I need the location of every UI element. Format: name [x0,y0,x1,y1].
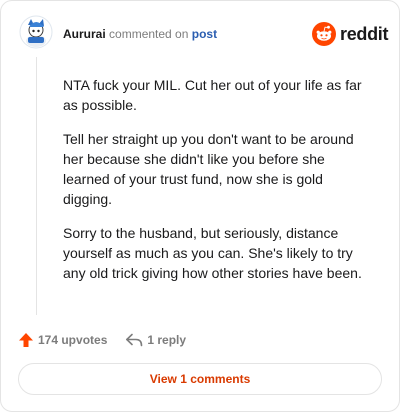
username-link[interactable]: Aururai [63,27,106,41]
reply-count: 1 reply [147,333,187,347]
comment-embed-card: Aururai commented on post reddit NTA fuc… [0,0,400,412]
view-comments-button[interactable]: View 1 comments [18,363,382,395]
comment-body: NTA fuck your MIL. Cut her out of your l… [63,75,373,297]
reddit-logo[interactable]: reddit [312,22,389,46]
comment-paragraph: NTA fuck your MIL. Cut her out of your l… [63,77,362,113]
comment-paragraph: Tell her straight up you don't want to b… [63,131,354,207]
reply-arrow-icon [126,333,143,347]
upvote-arrow-icon [19,333,33,347]
reddit-snoo-icon [312,22,336,46]
thread-line[interactable] [36,57,37,315]
comment-paragraph: Sorry to the husband, but seriously, dis… [63,225,362,281]
reply-button[interactable]: 1 reply [125,333,186,347]
commented-on-text: commented on [109,27,189,41]
post-link[interactable]: post [192,27,217,41]
reddit-wordmark: reddit [340,23,389,44]
comment-actions: 174 upvotes 1 reply [18,331,186,349]
avatar-icon [19,15,53,49]
upvote-button[interactable]: 174 upvotes [18,332,107,348]
upvote-count: 174 upvotes [38,333,108,347]
comment-header: Aururai commented on post [63,27,217,41]
user-avatar[interactable] [19,15,53,49]
